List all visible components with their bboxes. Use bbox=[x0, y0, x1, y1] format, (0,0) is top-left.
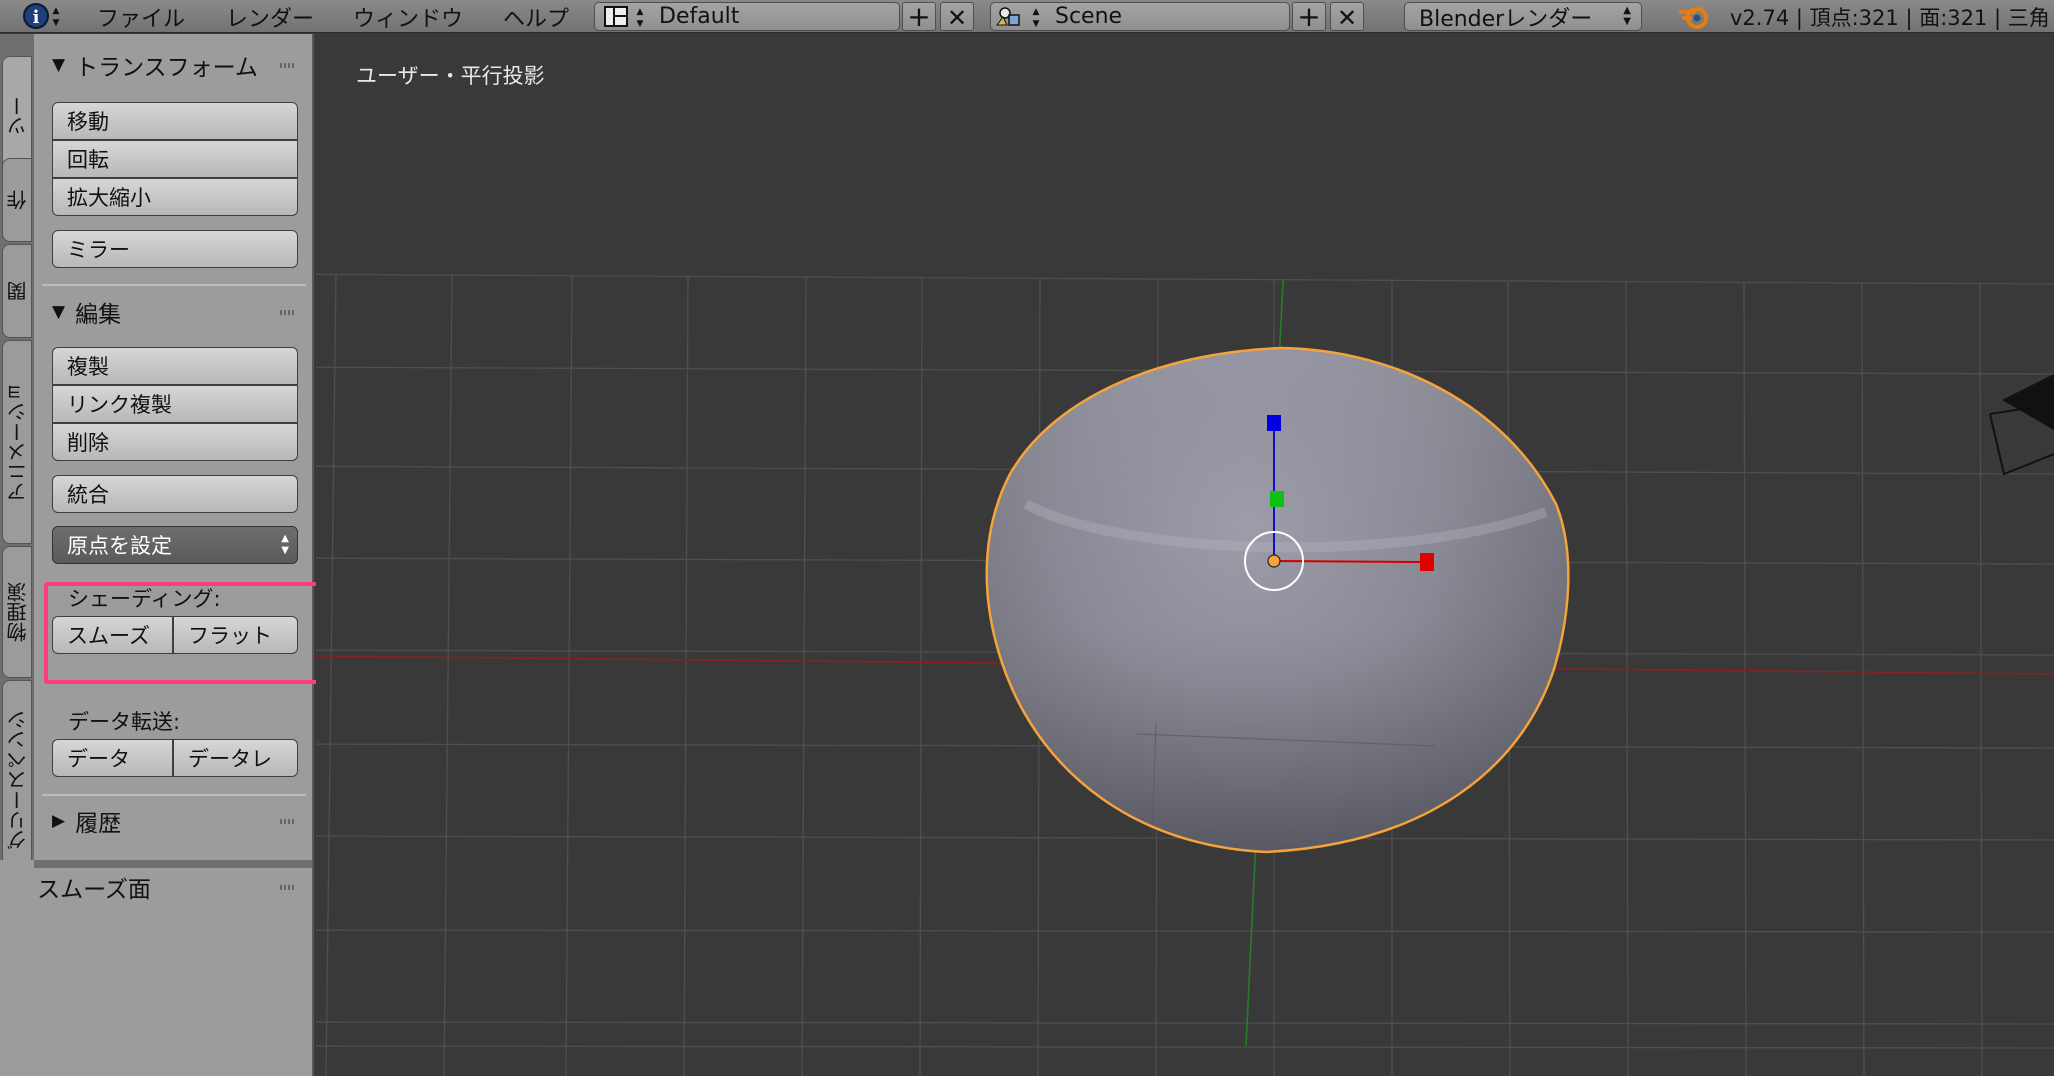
rotate-button[interactable]: 回転 bbox=[52, 140, 298, 178]
shading-highlight-box bbox=[44, 582, 322, 684]
viewport-canvas[interactable] bbox=[316, 34, 2054, 1076]
menu-render[interactable]: レンダー bbox=[226, 0, 314, 33]
viewport-title: ユーザー・平行投影 bbox=[356, 64, 545, 88]
edit-panel-header[interactable]: ▼ 編集 bbox=[52, 295, 121, 329]
panel-grip-icon[interactable] bbox=[280, 885, 294, 890]
svg-text:i: i bbox=[33, 7, 40, 28]
scene-value: Scene bbox=[1055, 4, 1123, 29]
scene-icon: ▲ ▼ bbox=[996, 7, 1040, 29]
svg-text:▲: ▲ bbox=[637, 7, 644, 17]
data-transfer-label: データ転送: bbox=[68, 710, 181, 734]
panel-separator bbox=[42, 284, 306, 286]
tab-animation[interactable]: アニメーショ bbox=[2, 340, 32, 544]
render-engine-value: Blenderレンダー bbox=[1419, 6, 1593, 32]
object-origin-dot bbox=[1267, 554, 1281, 568]
scale-button[interactable]: 拡大縮小 bbox=[52, 178, 298, 216]
top-header: i ▲ ▼ ファイル レンダー ウィンドウ ヘルプ ▲ ▼ Default + … bbox=[0, 0, 2054, 33]
edit-panel-title: 編集 bbox=[75, 302, 122, 328]
svg-text:▲: ▲ bbox=[53, 6, 60, 16]
info-editor-type-button[interactable]: i ▲ ▼ bbox=[10, 0, 60, 33]
svg-text:▼: ▼ bbox=[1033, 19, 1040, 29]
panel-grip-icon[interactable] bbox=[280, 63, 294, 68]
add-layout-button[interactable]: + bbox=[902, 2, 936, 31]
history-panel-header[interactable]: ▶ 履歴 bbox=[52, 804, 121, 838]
menu-file[interactable]: ファイル bbox=[97, 0, 185, 33]
mirror-button[interactable]: ミラー bbox=[52, 230, 298, 268]
camera-object[interactable] bbox=[1989, 374, 2054, 476]
history-panel-title: 履歴 bbox=[75, 811, 122, 837]
x-axis-handle[interactable] bbox=[1420, 553, 1434, 571]
menu-help[interactable]: ヘルプ bbox=[503, 0, 569, 33]
set-origin-dropdown[interactable]: 原点を設定 ▲ ▼ bbox=[52, 526, 298, 564]
scene-stats: v2.74 | 頂点:321 | 面:321 | 三角 bbox=[1730, 5, 2050, 30]
layout-icon: ▲ ▼ bbox=[604, 6, 644, 29]
panel-separator bbox=[42, 794, 306, 796]
operator-panel-bg bbox=[0, 860, 34, 1076]
delete-scene-button[interactable]: ✕ bbox=[1330, 2, 1364, 32]
collapse-triangle-icon: ▼ bbox=[52, 302, 66, 322]
panel-grip-icon[interactable] bbox=[280, 819, 294, 824]
updown-icon: ▲ ▼ bbox=[1623, 5, 1631, 27]
render-engine-dropdown[interactable]: Blenderレンダー ▲ ▼ bbox=[1404, 2, 1642, 32]
tool-shelf: ▼ トランスフォーム 移動 回転 拡大縮小 ミラー ▼ 編集 複製 リンク複製 … bbox=[14, 34, 314, 1076]
updown-icon: ▲ ▼ bbox=[281, 533, 289, 556]
layout-value: Default bbox=[659, 4, 740, 29]
tab-relations[interactable]: 関 bbox=[2, 244, 32, 338]
set-origin-label: 原点を設定 bbox=[67, 534, 172, 558]
info-icon: i ▲ ▼ bbox=[23, 3, 60, 29]
blender-logo-icon bbox=[1678, 0, 1712, 33]
duplicate-button[interactable]: 複製 bbox=[52, 347, 298, 385]
y-axis-handle[interactable] bbox=[1270, 491, 1284, 507]
3d-viewport[interactable]: ユーザー・平行投影 bbox=[316, 34, 2054, 1076]
last-operator-panel-title: スムーズ面 bbox=[37, 877, 151, 903]
delete-button[interactable]: 削除 bbox=[52, 423, 298, 461]
delete-layout-button[interactable]: ✕ bbox=[940, 2, 974, 32]
close-icon: ✕ bbox=[946, 4, 968, 32]
z-axis-handle[interactable] bbox=[1267, 415, 1281, 431]
data-transfer-button[interactable]: データ bbox=[52, 739, 173, 777]
x-axis-handle-line bbox=[1273, 560, 1423, 563]
transform-panel-header[interactable]: ▼ トランスフォーム bbox=[52, 48, 258, 82]
add-scene-button[interactable]: + bbox=[1292, 2, 1326, 31]
plus-icon: + bbox=[907, 0, 931, 33]
data-layout-transfer-button[interactable]: データレ bbox=[173, 739, 298, 777]
menu-window[interactable]: ウィンドウ bbox=[353, 0, 463, 33]
join-button[interactable]: 統合 bbox=[52, 475, 298, 513]
collapse-triangle-icon: ▼ bbox=[52, 55, 66, 75]
plus-icon: + bbox=[1297, 0, 1321, 33]
move-button[interactable]: 移動 bbox=[52, 102, 298, 140]
svg-text:▲: ▲ bbox=[1033, 7, 1040, 17]
duplicate-linked-button[interactable]: リンク複製 bbox=[52, 385, 298, 423]
expand-triangle-icon: ▶ bbox=[52, 811, 66, 831]
tab-create[interactable]: 作 bbox=[2, 158, 32, 242]
scene-selector[interactable]: ▲ ▼ Scene bbox=[990, 2, 1290, 31]
tab-grease-pencil[interactable]: グリースペンシ bbox=[2, 680, 32, 880]
tab-physics[interactable]: 物理演 bbox=[2, 546, 32, 678]
region-divider bbox=[34, 860, 312, 868]
close-icon: ✕ bbox=[1336, 4, 1358, 32]
svg-text:▼: ▼ bbox=[53, 18, 60, 28]
panel-grip-icon[interactable] bbox=[280, 310, 294, 315]
svg-text:▼: ▼ bbox=[637, 19, 644, 29]
screen-layout-selector[interactable]: ▲ ▼ Default bbox=[594, 2, 900, 31]
last-operator-panel-header[interactable]: ▼ スムーズ面 bbox=[14, 870, 151, 904]
transform-panel-title: トランスフォーム bbox=[75, 55, 258, 81]
